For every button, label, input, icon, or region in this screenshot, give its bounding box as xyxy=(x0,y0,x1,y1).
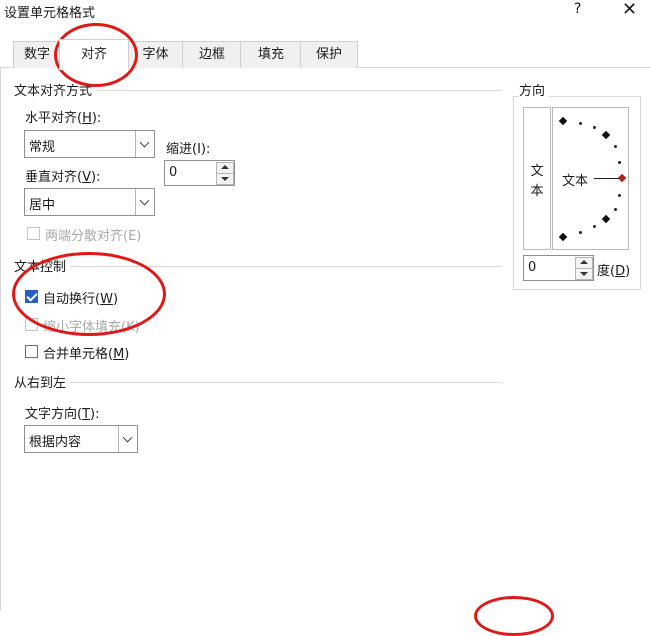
dial-dot xyxy=(579,231,582,234)
spin-down-icon[interactable] xyxy=(575,268,593,280)
text-direction-select[interactable]: 根据内容 xyxy=(24,425,138,453)
indent-spinner[interactable]: 0 xyxy=(164,160,235,186)
vertical-align-value: 居中 xyxy=(29,198,56,213)
merge-cells-label: 合并单元格(M) xyxy=(43,347,130,362)
dial-dot xyxy=(614,145,617,148)
vertical-align-select[interactable]: 居中 xyxy=(24,188,155,216)
title-bar: 设置单元格格式 ? ✕ xyxy=(0,0,650,24)
tab-border[interactable]: 边框 xyxy=(182,41,242,68)
horizontal-align-value: 常规 xyxy=(29,140,56,155)
annotation-ring-bottom xyxy=(474,596,554,636)
dial-dot xyxy=(579,122,582,125)
group-rule-rtl xyxy=(14,382,502,383)
degrees-spinner[interactable]: 0 xyxy=(523,255,594,281)
vertical-label: 垂直对齐(V): xyxy=(25,170,101,185)
degrees-value[interactable]: 0 xyxy=(528,260,536,275)
indent-label: 缩进(I): xyxy=(166,142,211,157)
dial-needle xyxy=(594,178,619,179)
help-button[interactable]: ? xyxy=(574,1,581,17)
dial-dot xyxy=(593,225,596,228)
dial-dot xyxy=(614,208,617,211)
dial-dot xyxy=(618,194,621,197)
indent-value[interactable]: 0 xyxy=(169,165,177,180)
dial-marker xyxy=(558,232,568,242)
group-title-rtl: 从右到左 xyxy=(14,372,71,391)
orientation-dial[interactable]: 文本 xyxy=(552,107,629,250)
dial-text: 文本 xyxy=(562,174,589,189)
text-direction-label: 文字方向(T): xyxy=(25,407,100,422)
vertical-text-char: 文 xyxy=(530,164,544,179)
justify-distributed-checkbox[interactable] xyxy=(27,227,40,240)
degrees-label: 度(D) xyxy=(597,264,631,279)
close-icon[interactable]: ✕ xyxy=(622,0,637,20)
text-direction-value: 根据内容 xyxy=(29,435,82,450)
justify-distributed-label: 两端分散对齐(E) xyxy=(45,229,142,244)
horizontal-align-select[interactable]: 常规 xyxy=(24,130,155,158)
dial-dot xyxy=(593,126,596,129)
dial-dot xyxy=(618,161,621,164)
dial-marker xyxy=(558,116,568,126)
dial-marker xyxy=(601,214,611,224)
tab-fill[interactable]: 填充 xyxy=(240,41,302,68)
annotation-ring-wrap xyxy=(12,252,166,336)
horizontal-label: 水平对齐(H): xyxy=(25,111,102,126)
chevron-down-icon[interactable] xyxy=(135,189,154,215)
dial-marker xyxy=(601,130,611,140)
chevron-down-icon[interactable] xyxy=(118,426,137,452)
vertical-text-char: 本 xyxy=(530,184,544,199)
tab-alignment[interactable]: 对齐 xyxy=(59,39,129,70)
merge-cells-checkbox[interactable] xyxy=(25,345,38,358)
spin-down-icon[interactable] xyxy=(216,173,234,185)
dial-pointer[interactable] xyxy=(617,173,627,183)
tab-protection[interactable]: 保护 xyxy=(300,41,358,68)
vertical-text-button[interactable]: 文 本 xyxy=(523,107,551,250)
group-title-orientation: 方向 xyxy=(519,80,550,99)
chevron-down-icon[interactable] xyxy=(135,131,154,157)
dialog-title: 设置单元格格式 xyxy=(4,6,96,21)
